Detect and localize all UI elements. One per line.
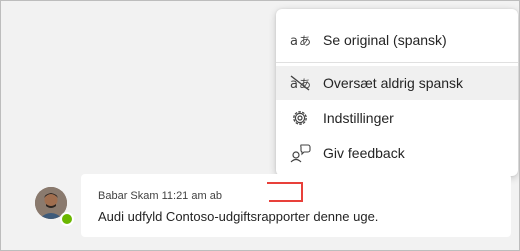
svg-text:あ: あ	[299, 34, 311, 48]
message-header: Babar Skam 11:21 am ab	[98, 190, 222, 202]
menu-item-see-original[interactable]: a あ Se original (spansk)	[276, 23, 518, 57]
presence-available-icon	[60, 212, 74, 226]
sender-name: Babar Skam	[98, 190, 159, 202]
svg-text:a: a	[290, 34, 298, 49]
translate-icon: a あ	[289, 29, 311, 51]
message-text: Audi udfyld Contoso-udgiftsrapporter den…	[98, 209, 379, 224]
no-translate-icon: a あ	[289, 72, 311, 94]
translation-context-menu: a あ Se original (spansk) a あ Oversæt ald…	[276, 9, 518, 176]
annotation-highlight	[267, 182, 303, 202]
menu-item-label: Oversæt aldrig spansk	[323, 75, 464, 91]
menu-item-label: Indstillinger	[323, 110, 394, 126]
menu-item-feedback[interactable]: Giv feedback	[276, 136, 518, 170]
menu-item-label: Se original (spansk)	[323, 32, 447, 48]
menu-item-never-translate[interactable]: a あ Oversæt aldrig spansk	[276, 66, 518, 100]
menu-divider	[276, 62, 518, 63]
gear-icon	[289, 107, 311, 129]
message-time: 11:21 am ab	[161, 190, 222, 202]
menu-item-settings[interactable]: Indstillinger	[276, 101, 518, 135]
feedback-icon	[289, 142, 311, 164]
menu-item-label: Giv feedback	[323, 145, 405, 161]
svg-text:a: a	[290, 77, 298, 92]
screen-frame: a あ Se original (spansk) a あ Oversæt ald…	[0, 0, 520, 251]
